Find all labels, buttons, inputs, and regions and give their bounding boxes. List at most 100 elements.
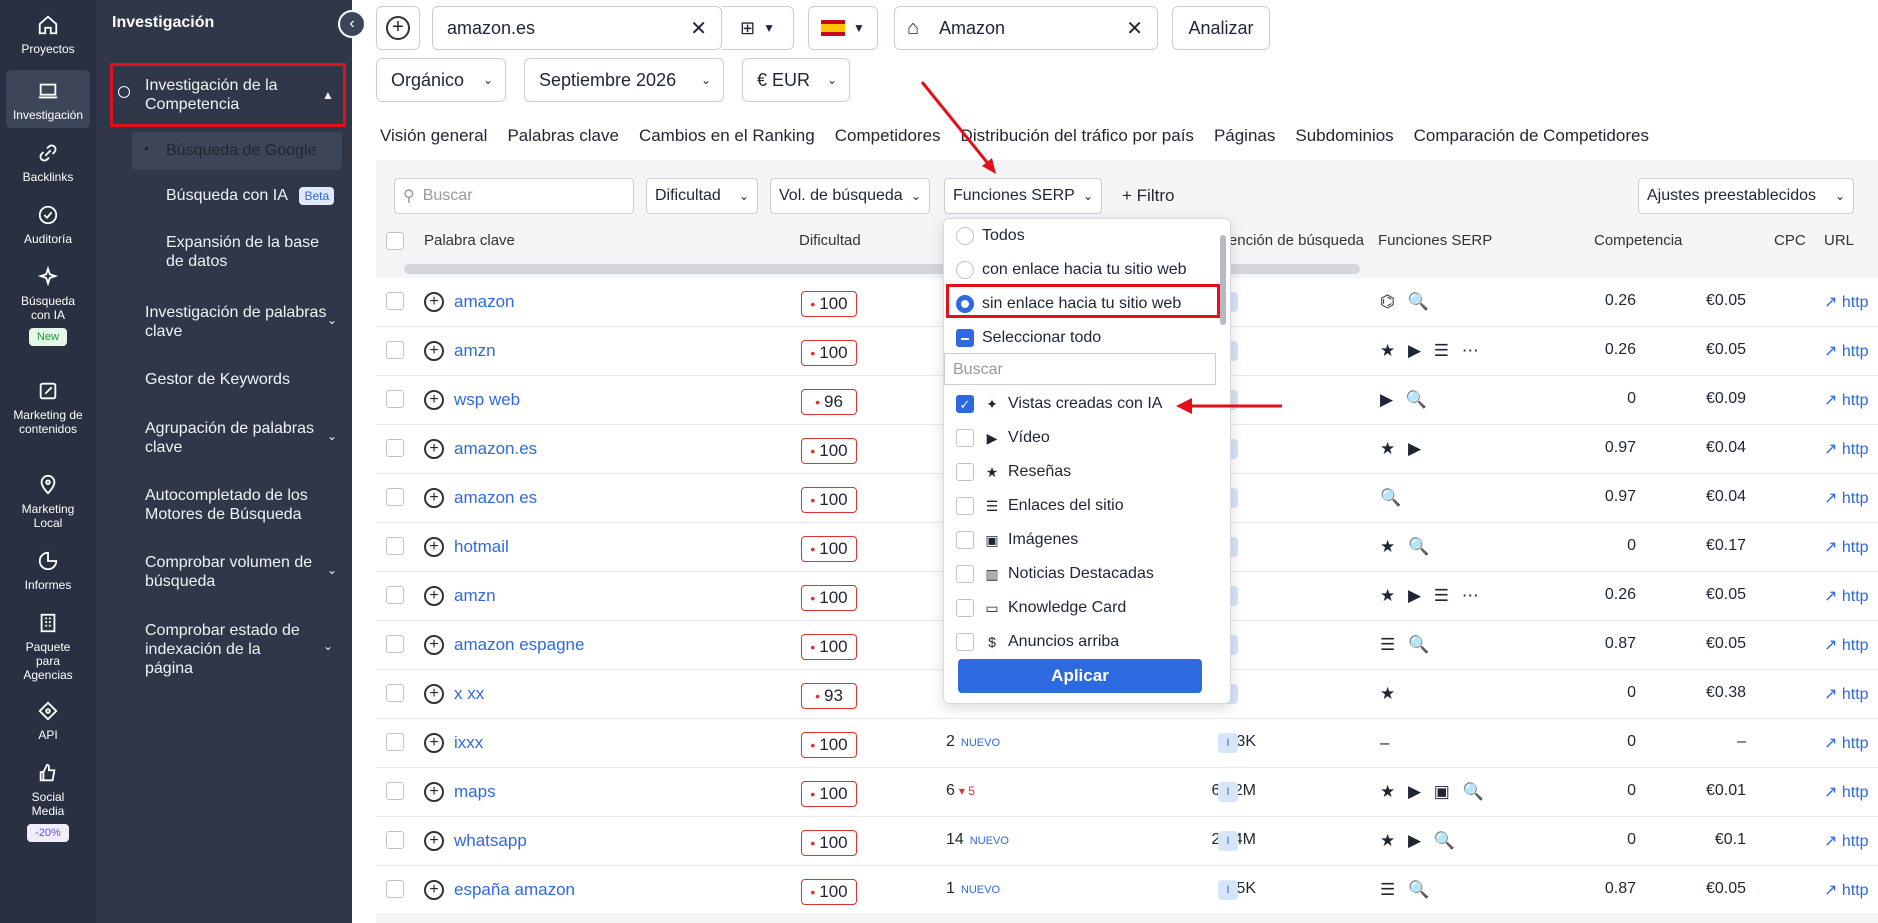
clear-icon[interactable]: ✕ xyxy=(1126,16,1143,41)
collapse-sidebar-button[interactable]: ‹ xyxy=(338,10,366,38)
url-link[interactable]: ↗ http xyxy=(1824,635,1869,655)
url-link[interactable]: ↗ http xyxy=(1824,684,1869,704)
url-link[interactable]: ↗ http xyxy=(1824,292,1869,312)
country-select[interactable]: ▼ xyxy=(808,6,878,50)
analyze-button[interactable]: Analizar xyxy=(1172,6,1270,50)
keyword-link[interactable]: amazon xyxy=(454,292,514,312)
rail-projects[interactable]: Proyectos xyxy=(0,14,96,56)
url-link[interactable]: ↗ http xyxy=(1824,341,1869,361)
dropdown-scrollbar[interactable] xyxy=(1220,235,1226,325)
presets-select[interactable]: Ajustes preestablecidos ⌄ xyxy=(1638,178,1854,214)
option-ai-overviews[interactable]: ✓ ✦ Vistas creadas con IA xyxy=(956,395,1162,413)
column-keyword[interactable]: Palabra clave xyxy=(424,222,515,258)
add-keyword-icon[interactable]: + xyxy=(424,586,444,606)
rail-content-marketing[interactable]: Marketing de contenidos xyxy=(0,380,96,436)
url-link[interactable]: ↗ http xyxy=(1824,831,1869,851)
clear-icon[interactable]: ✕ xyxy=(690,16,707,41)
nav-keyword-grouping[interactable]: Agrupación de palabras clave ⌄ xyxy=(145,419,337,457)
keyword-link[interactable]: amazon espagne xyxy=(454,635,584,655)
url-link[interactable]: ↗ http xyxy=(1824,880,1869,900)
apply-button[interactable]: Aplicar xyxy=(958,659,1202,693)
column-cpc[interactable]: CPC xyxy=(1774,222,1806,258)
column-url[interactable]: URL xyxy=(1824,222,1854,258)
radio-all[interactable]: Todos xyxy=(956,227,1025,245)
nav-database-expansion[interactable]: Expansión de la base de datos xyxy=(166,233,336,271)
option-top-stories[interactable]: ▥ Noticias Destacadas xyxy=(956,565,1154,583)
row-checkbox[interactable] xyxy=(386,880,404,898)
add-keyword-icon[interactable]: + xyxy=(424,880,444,900)
row-checkbox[interactable] xyxy=(386,635,404,653)
keyword-link[interactable]: x xx xyxy=(454,684,484,704)
serp-features-filter[interactable]: Funciones SERP ⌄ xyxy=(944,178,1102,214)
option-video[interactable]: ▶ Vídeo xyxy=(956,429,1050,447)
row-checkbox[interactable] xyxy=(386,488,404,506)
add-keyword-icon[interactable]: + xyxy=(424,537,444,557)
keyword-link[interactable]: whatsapp xyxy=(454,831,527,851)
select-all-checkbox[interactable] xyxy=(386,232,404,250)
domain-input[interactable]: amazon.es ✕ xyxy=(432,6,722,50)
tab-subdomains[interactable]: Subdominios xyxy=(1295,126,1393,162)
option-sitelinks[interactable]: ☰ Enlaces del sitio xyxy=(956,497,1124,515)
option-reviews[interactable]: ★ Reseñas xyxy=(956,463,1071,481)
rail-agency[interactable]: Paquete para Agencias xyxy=(0,612,96,682)
row-checkbox[interactable] xyxy=(386,292,404,310)
row-checkbox[interactable] xyxy=(386,733,404,751)
row-checkbox[interactable] xyxy=(386,684,404,702)
nav-check-volume[interactable]: Comprobar volumen de búsqueda ⌄ xyxy=(145,553,337,591)
nav-keyword-manager[interactable]: Gestor de Keywords xyxy=(145,370,335,389)
currency-select[interactable]: € EUR ⌄ xyxy=(742,58,850,102)
add-keyword-icon[interactable]: + xyxy=(424,341,444,361)
row-checkbox[interactable] xyxy=(386,341,404,359)
rail-reports[interactable]: Informes xyxy=(0,550,96,592)
add-keyword-icon[interactable]: + xyxy=(424,292,444,312)
add-project-button[interactable]: + xyxy=(376,6,420,50)
difficulty-filter[interactable]: Dificultad ⌄ xyxy=(646,178,758,214)
url-link[interactable]: ↗ http xyxy=(1824,733,1869,753)
add-keyword-icon[interactable]: + xyxy=(424,684,444,704)
nav-ai-search[interactable]: Búsqueda con IA Beta xyxy=(166,187,335,205)
row-checkbox[interactable] xyxy=(386,390,404,408)
tab-keywords[interactable]: Palabras clave xyxy=(507,126,619,162)
scope-select[interactable]: ⊞ ▼ xyxy=(722,6,794,50)
volume-filter[interactable]: Vol. de búsqueda ⌄ xyxy=(770,178,930,214)
add-keyword-icon[interactable]: + xyxy=(424,439,444,459)
option-top-ads[interactable]: $ Anuncios arriba xyxy=(956,633,1119,651)
tab-traffic-distribution[interactable]: Distribución del tráfico por país xyxy=(961,126,1194,162)
select-all-option[interactable]: Seleccionar todo xyxy=(956,329,1101,347)
add-keyword-icon[interactable]: + xyxy=(424,831,444,851)
option-knowledge-card[interactable]: ▭ Knowledge Card xyxy=(956,599,1126,617)
add-keyword-icon[interactable]: + xyxy=(424,635,444,655)
tab-competitor-comparison[interactable]: Comparación de Competidores xyxy=(1414,126,1649,162)
rail-local-marketing[interactable]: Marketing Local xyxy=(0,474,96,530)
add-keyword-icon[interactable]: + xyxy=(424,733,444,753)
url-link[interactable]: ↗ http xyxy=(1824,586,1869,606)
rail-audit[interactable]: Auditoría xyxy=(0,204,96,246)
nav-google-search[interactable]: • Búsqueda de Google xyxy=(132,132,342,170)
row-checkbox[interactable] xyxy=(386,537,404,555)
tab-pages[interactable]: Páginas xyxy=(1214,126,1275,162)
date-select[interactable]: Septiembre 2026 ⌄ xyxy=(524,58,724,102)
keyword-link[interactable]: ixxx xyxy=(454,733,483,753)
row-checkbox[interactable] xyxy=(386,439,404,457)
type-select[interactable]: Orgánico ⌄ xyxy=(376,58,506,102)
keyword-link[interactable]: amazon.es xyxy=(454,439,537,459)
rail-ai-search[interactable]: Búsqueda con IA New xyxy=(0,266,96,346)
add-filter-button[interactable]: + Filtro xyxy=(1122,186,1174,206)
keyword-search-input[interactable]: ⚲ Buscar xyxy=(394,178,634,214)
url-link[interactable]: ↗ http xyxy=(1824,488,1869,508)
row-checkbox[interactable] xyxy=(386,782,404,800)
brand-input[interactable]: ⌂ Amazon ✕ xyxy=(894,6,1158,50)
radio-with-link[interactable]: con enlace hacia tu sitio web xyxy=(956,261,1187,279)
rail-research[interactable]: Investigación xyxy=(6,70,90,128)
dropdown-search-input[interactable]: Buscar xyxy=(944,353,1216,385)
url-link[interactable]: ↗ http xyxy=(1824,537,1869,557)
add-keyword-icon[interactable]: + xyxy=(424,782,444,802)
url-link[interactable]: ↗ http xyxy=(1824,782,1869,802)
rail-social-media[interactable]: Social Media -20% xyxy=(0,762,96,842)
keyword-link[interactable]: wsp web xyxy=(454,390,520,410)
keyword-link[interactable]: amzn xyxy=(454,586,496,606)
keyword-link[interactable]: amzn xyxy=(454,341,496,361)
keyword-link[interactable]: maps xyxy=(454,782,496,802)
column-intent[interactable]: Intención de búsqueda xyxy=(1224,222,1364,258)
nav-keyword-research[interactable]: Investigación de palabras clave ⌄ xyxy=(145,303,337,341)
